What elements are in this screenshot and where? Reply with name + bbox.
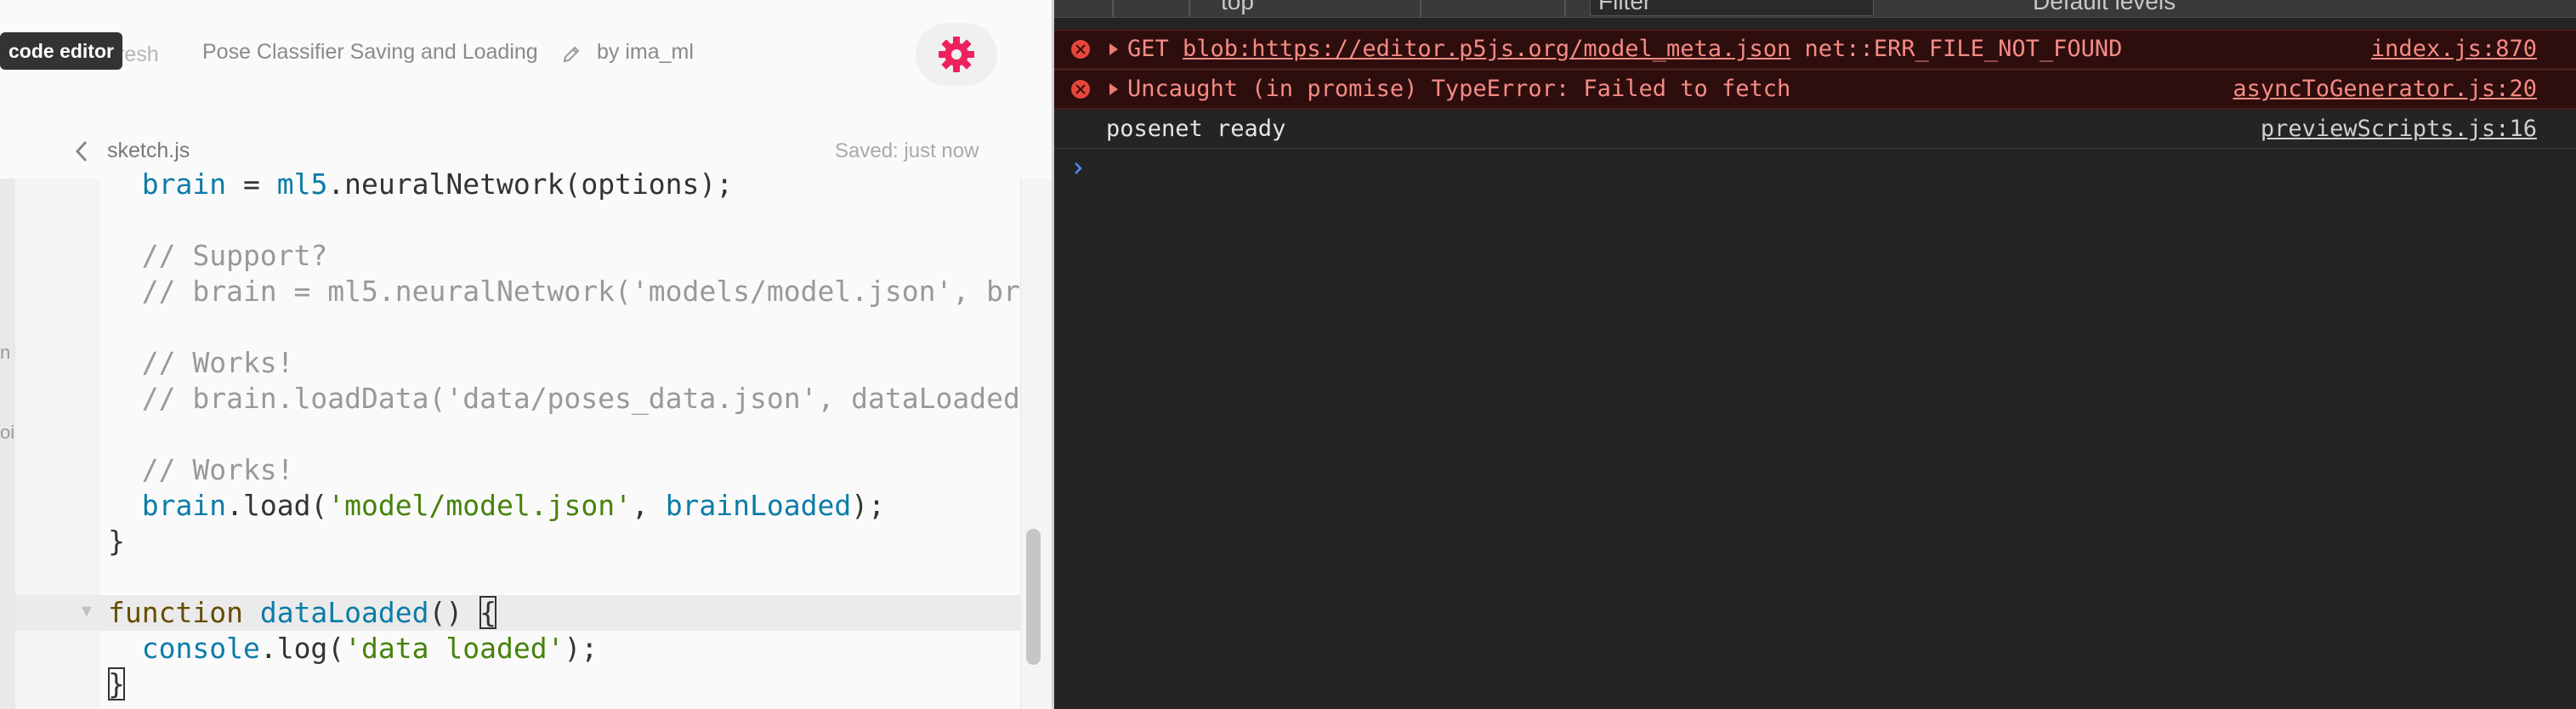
code-line[interactable]: console.log('data loaded'); [108, 631, 598, 666]
toolbar-separator [1420, 0, 1421, 17]
code-token: } [108, 525, 125, 558]
saved-status: Saved: just now [835, 139, 979, 162]
code-line[interactable]: // Works! [108, 452, 294, 488]
code-editor-tooltip: code editor [0, 32, 122, 70]
code-token: // brain.loadData('data/poses_data.json'… [108, 382, 1020, 415]
code-token: ); [564, 632, 599, 665]
code-token: { [479, 596, 496, 629]
code-token: brain [141, 489, 227, 522]
toolbar-separator [1564, 0, 1566, 17]
sidebar-text-fragment: n [0, 342, 11, 363]
code-line[interactable]: } [108, 666, 125, 702]
code-token: ); [851, 489, 885, 522]
console-log-message[interactable]: posenet ready previewScripts.js:16 [1054, 111, 2576, 149]
gear-icon [939, 37, 974, 72]
code-editor-panel: code editor resh Pose Classifier Saving … [0, 0, 1052, 709]
code-line[interactable]: } [108, 524, 125, 559]
code-token: } [108, 667, 125, 700]
code-line[interactable]: brain.load('model/model.json', brainLoad… [108, 488, 885, 524]
devtools-console: top Filter Default levels GET blob:https… [1054, 0, 2576, 709]
code-line[interactable]: // Works! [108, 345, 294, 381]
expand-arrow-icon[interactable] [1109, 83, 1118, 95]
log-text: posenet ready [1106, 116, 1286, 142]
code-token: = [226, 167, 277, 201]
fold-arrow-icon[interactable]: ▼ [78, 602, 95, 621]
chevron-left-icon[interactable] [71, 139, 92, 163]
code-token: // Works! [108, 453, 294, 486]
code-token: .log( [259, 632, 345, 665]
console-error-message[interactable]: GET blob:https://editor.p5js.org/model_m… [1054, 30, 2576, 69]
code-token: , [631, 489, 666, 522]
file-tab-sketch-js[interactable]: sketch.js [107, 139, 190, 163]
code-line[interactable]: // brain.loadData('data/poses_data.json'… [108, 381, 1020, 417]
code-token: dataLoaded [259, 596, 429, 629]
message-source-link[interactable]: previewScripts.js:16 [2261, 116, 2537, 142]
pencil-icon[interactable] [561, 44, 582, 65]
code-token: // brain = ml5.neuralNetwork('models/mod… [108, 275, 1020, 308]
error-icon [1071, 80, 1090, 99]
sidebar-text-fragment: oi [0, 422, 15, 443]
code-token: 'model/model.json' [327, 489, 632, 522]
sketch-title[interactable]: Pose Classifier Saving and Loading [202, 40, 538, 65]
code-token: brainLoaded [665, 489, 852, 522]
code-token: // Works! [108, 346, 294, 379]
code-token: .neuralNetwork(options); [327, 167, 734, 201]
toolbar-separator [1112, 0, 1114, 17]
code-line[interactable]: function dataLoaded() { [108, 595, 496, 631]
code-token: brain [141, 167, 227, 201]
code-token: ml5 [276, 167, 328, 201]
sketch-author[interactable]: by ima_ml [597, 40, 694, 65]
code-token: console [141, 632, 260, 665]
auto-refresh-label[interactable]: resh [117, 43, 159, 67]
console-prompt-icon[interactable] [1071, 162, 1085, 175]
settings-button[interactable] [916, 23, 997, 86]
code-token: function [108, 596, 243, 629]
code-token: // Support? [108, 239, 328, 272]
message-source-link[interactable]: index.js:870 [2371, 37, 2537, 62]
code-line[interactable]: brain = ml5.neuralNetwork(options); [108, 167, 733, 202]
error-url[interactable]: blob:https://editor.p5js.org/model_meta.… [1183, 36, 1790, 62]
code-token: .load( [226, 489, 328, 522]
error-icon [1071, 40, 1090, 59]
message-source-link[interactable]: asyncToGenerator.js:20 [2233, 77, 2537, 102]
error-text: GET blob:https://editor.p5js.org/model_m… [1127, 36, 2123, 62]
error-text: Uncaught (in promise) TypeError: Failed … [1127, 76, 1791, 102]
expand-arrow-icon[interactable] [1109, 43, 1118, 55]
toolbar-separator [1189, 0, 1190, 17]
console-toolbar: top Filter Default levels [1054, 0, 2576, 18]
filter-placeholder: Filter [1598, 0, 1652, 14]
code-line[interactable]: // Support? [108, 238, 328, 274]
code-scrollbar-thumb[interactable] [1026, 529, 1041, 665]
file-sidebar-edge [0, 179, 15, 709]
code-token: 'data loaded' [344, 632, 565, 665]
code-token: () [428, 596, 480, 629]
code-line[interactable]: // brain = ml5.neuralNetwork('models/mod… [108, 274, 1020, 309]
log-levels-dropdown[interactable]: Default levels [2033, 0, 2176, 15]
console-error-message[interactable]: Uncaught (in promise) TypeError: Failed … [1054, 70, 2576, 109]
context-selector[interactable]: top [1221, 0, 1254, 15]
